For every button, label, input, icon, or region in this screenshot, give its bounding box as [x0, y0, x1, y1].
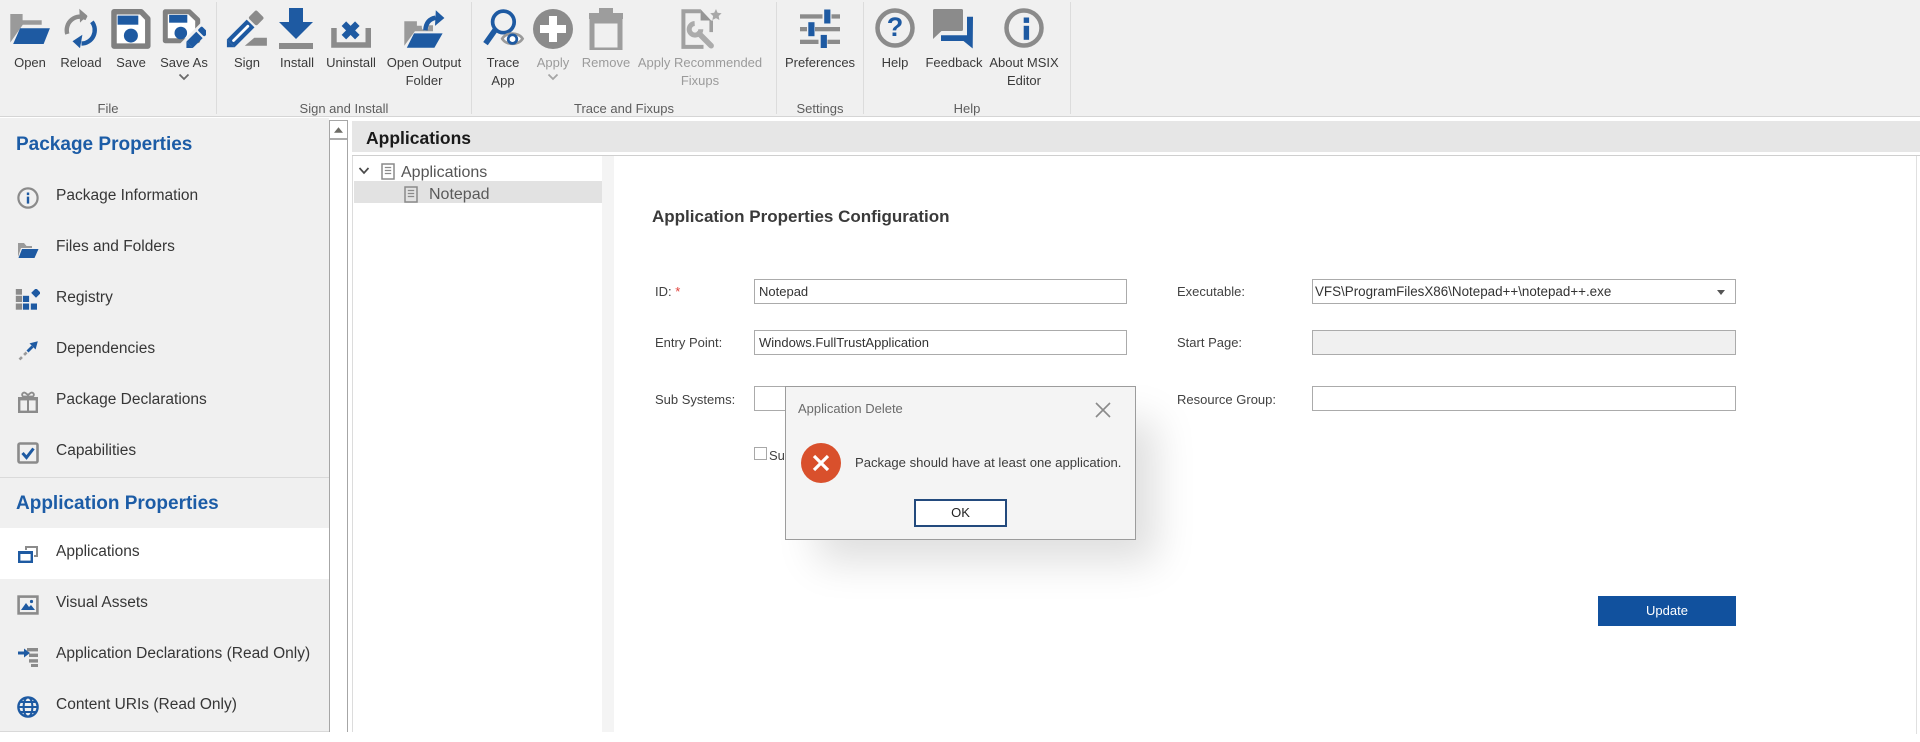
svg-text:?: ? — [887, 12, 904, 42]
